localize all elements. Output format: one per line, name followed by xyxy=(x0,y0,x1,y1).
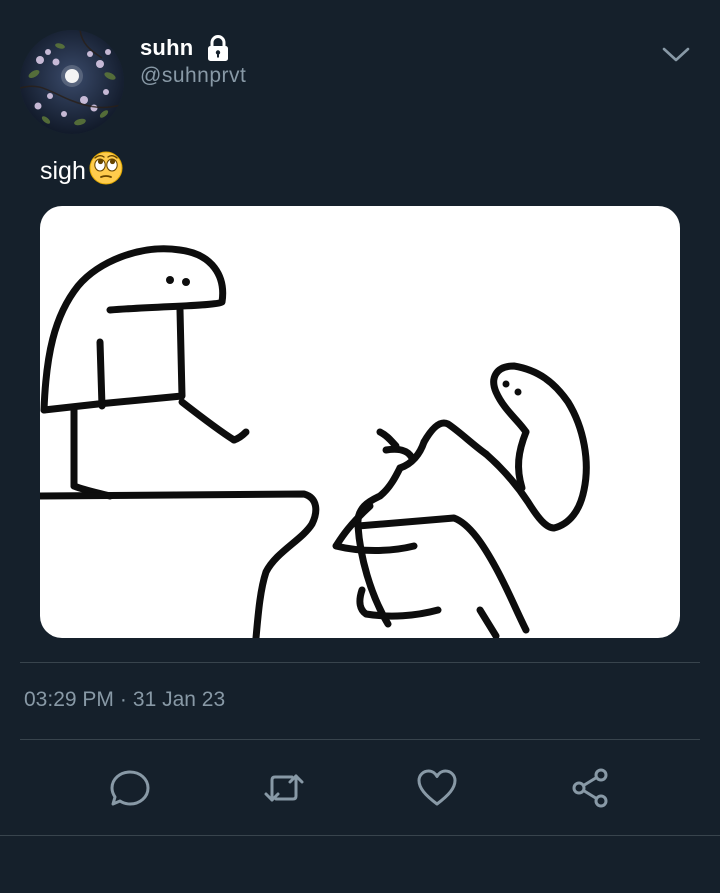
tweet-timestamp[interactable]: 03:29 PM · 31 Jan 23 xyxy=(24,688,225,712)
retweet-icon xyxy=(264,774,304,802)
tweet-date: 31 Jan 23 xyxy=(132,688,226,711)
meme-drawing xyxy=(40,245,590,638)
reply-button[interactable] xyxy=(102,760,158,816)
user-handle[interactable]: @suhnprvt xyxy=(140,64,246,88)
divider xyxy=(0,835,720,836)
divider xyxy=(20,739,700,740)
divider xyxy=(20,662,700,663)
tweet-header: suhn @suhnprvt xyxy=(20,30,700,134)
display-name[interactable]: suhn xyxy=(140,35,193,61)
tweet-time: 03:29 PM xyxy=(24,688,114,711)
reply-icon xyxy=(110,770,150,806)
timestamp-separator: · xyxy=(119,688,127,711)
like-button[interactable] xyxy=(409,760,465,816)
tweet-media-image[interactable] xyxy=(40,206,680,638)
tweet-text: sigh xyxy=(40,151,124,186)
face-with-rolling-eyes-icon xyxy=(89,151,123,185)
avatar[interactable] xyxy=(20,30,124,134)
lock-icon xyxy=(208,35,229,61)
tweet-actions xyxy=(0,760,720,816)
retweet-button[interactable] xyxy=(256,760,312,816)
chevron-down-icon[interactable] xyxy=(660,42,692,66)
avatar-image xyxy=(20,30,124,134)
tweet-text-content: sigh xyxy=(40,156,86,185)
share-icon xyxy=(572,768,608,808)
heart-icon xyxy=(417,769,457,806)
share-button[interactable] xyxy=(562,760,618,816)
